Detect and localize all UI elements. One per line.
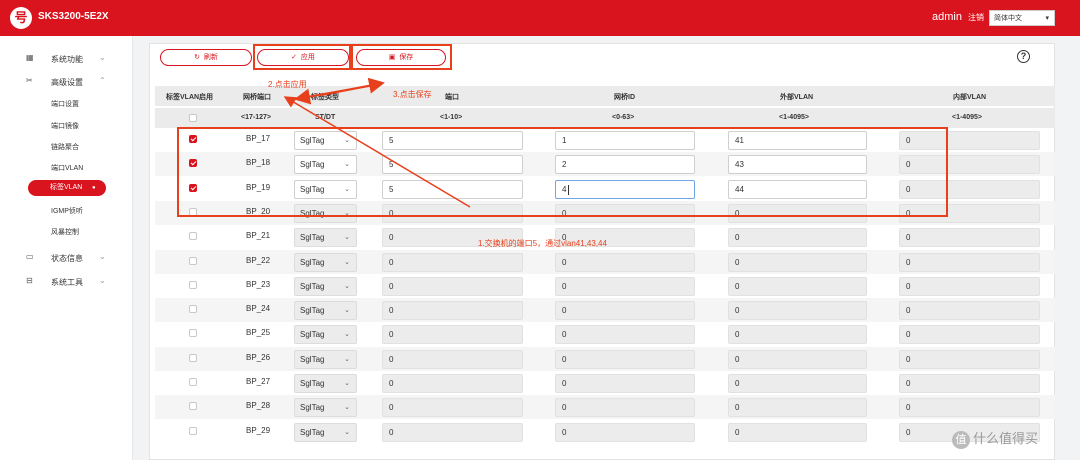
app-root: 号 SKS3200-5E2X admin 注销 简体中文 ▾ ▦ 系统功能 ⌄ …	[0, 0, 1080, 460]
annotation-step-3: 3.点击保存	[393, 90, 432, 99]
watermark: 值什么值得买	[952, 428, 1038, 449]
annotation-step-2: 2.点击应用	[268, 80, 307, 89]
annotation-arrows	[283, 77, 471, 208]
arrow-to-save	[321, 77, 385, 96]
annotation-step-1: 1.交换机的端口5，通过vlan41,43,44	[478, 239, 607, 248]
watermark-text: 什么值得买	[973, 431, 1039, 446]
arrow-annotation-1	[283, 96, 471, 208]
watermark-logo: 值	[952, 430, 970, 449]
